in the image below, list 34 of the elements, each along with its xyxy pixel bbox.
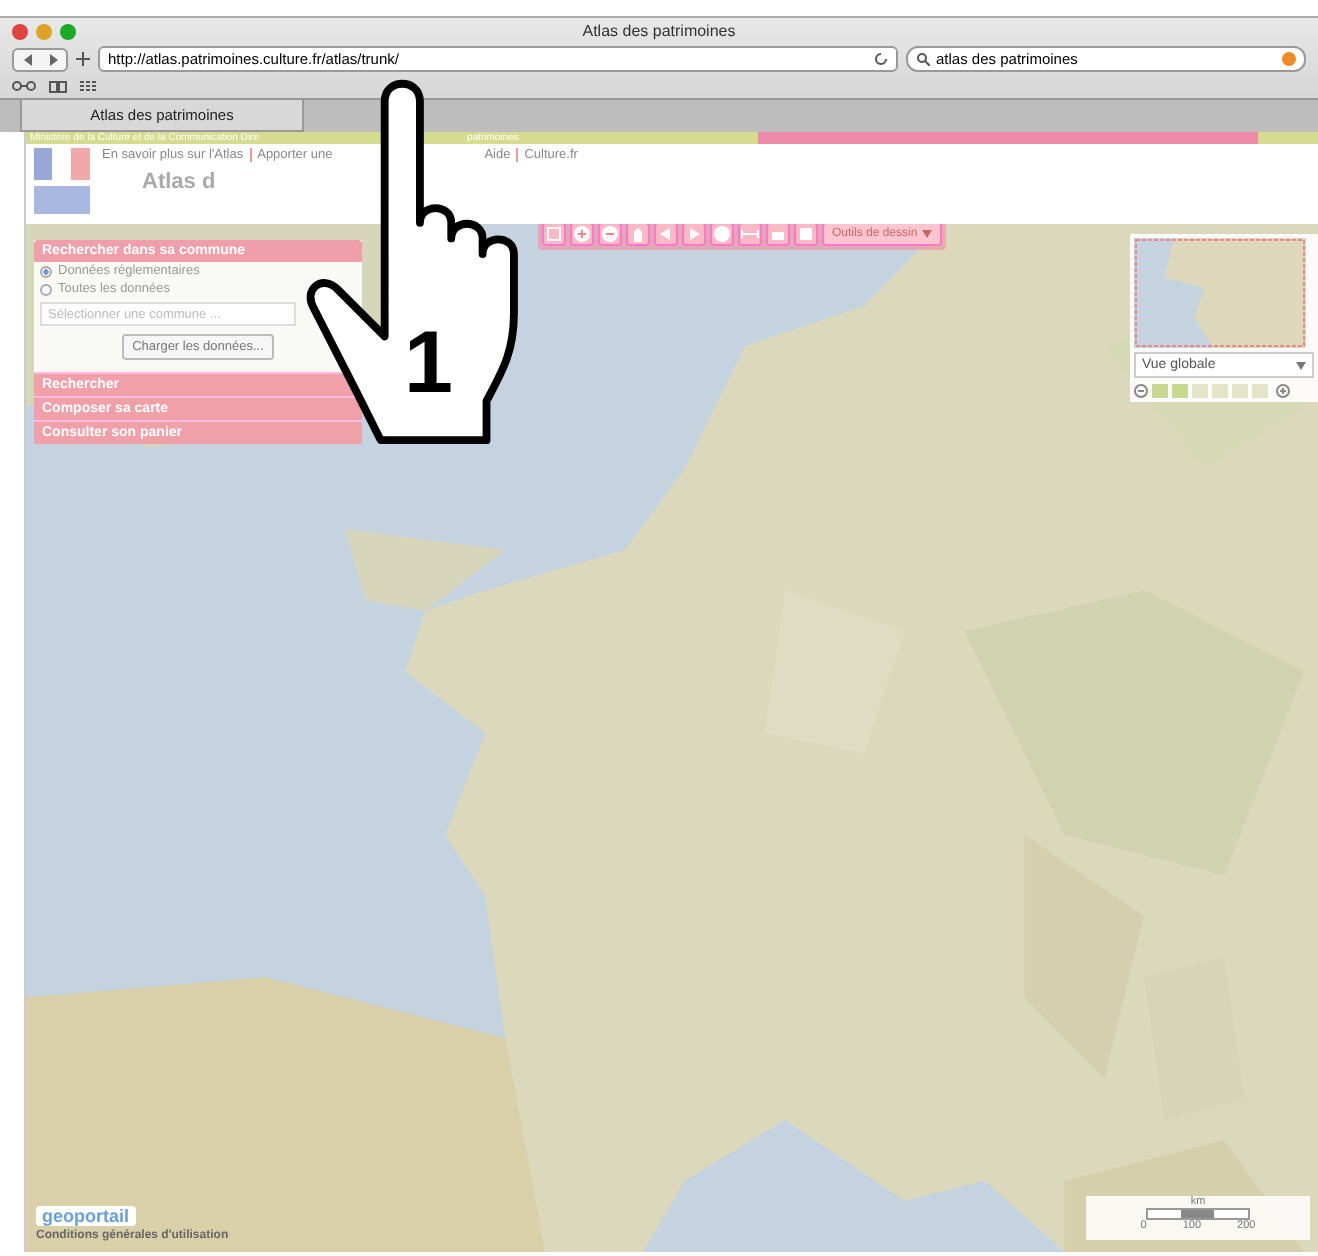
zoom-out-icon[interactable] <box>598 224 622 246</box>
fullscreen-icon[interactable] <box>542 224 566 246</box>
zoom-in-icon[interactable] <box>570 224 594 246</box>
geoportail-logo[interactable]: geoportail <box>36 1206 136 1226</box>
overview-map[interactable] <box>1134 238 1306 348</box>
glasses-icon[interactable] <box>12 80 36 92</box>
step-number: 1 <box>404 314 453 414</box>
close-icon[interactable] <box>12 23 28 39</box>
caret-icon <box>1296 361 1306 369</box>
measure-icon[interactable] <box>738 224 762 246</box>
back-icon <box>23 53 31 65</box>
zoom-in-icon[interactable] <box>1276 384 1290 398</box>
back-icon[interactable] <box>654 224 678 246</box>
flag-logo <box>34 148 90 180</box>
search-icon <box>916 52 930 66</box>
feed-icon[interactable] <box>1282 52 1296 66</box>
radio-button[interactable] <box>40 283 52 295</box>
hand-icon[interactable] <box>626 224 650 246</box>
book-icon[interactable] <box>48 79 68 93</box>
back-forward-button[interactable] <box>12 47 68 71</box>
caret-icon <box>921 230 932 238</box>
add-icon[interactable] <box>76 52 90 66</box>
window-title: Atlas des patrimoines <box>580 22 738 40</box>
forward-icon <box>49 53 57 65</box>
forward-icon[interactable] <box>682 224 706 246</box>
minimize-icon[interactable] <box>36 23 52 39</box>
zoom-out-icon[interactable] <box>1134 384 1148 398</box>
site-title: Atlas d <box>142 170 218 194</box>
reload-icon[interactable] <box>874 52 888 66</box>
radio-button[interactable] <box>40 265 52 277</box>
zoom-slider[interactable] <box>1152 384 1272 398</box>
zoom-icon[interactable] <box>60 23 76 39</box>
ministry-logo <box>34 186 90 214</box>
grid-icon[interactable] <box>80 80 96 92</box>
